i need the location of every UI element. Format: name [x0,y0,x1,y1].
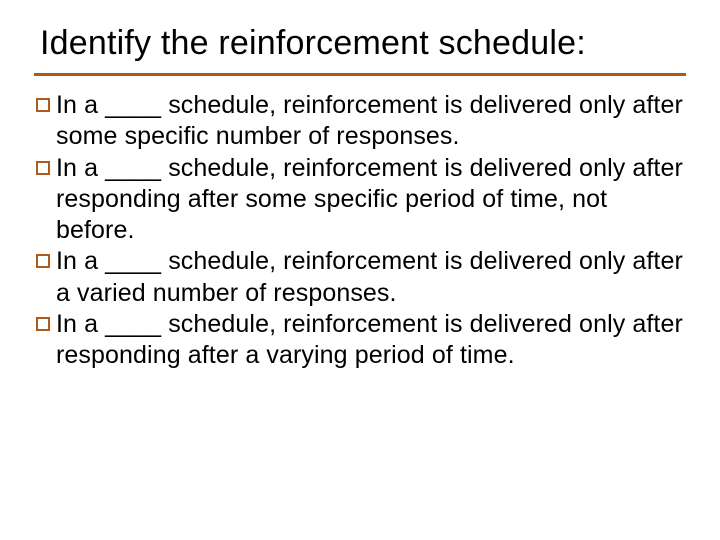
list-item: In a ____ schedule, reinforcement is del… [36,309,684,372]
slide-title: Identify the reinforcement schedule: [34,24,686,63]
title-underline [34,73,686,76]
list-item-text: In a ____ schedule, reinforcement is del… [56,90,684,153]
square-bullet-icon [36,254,50,268]
list-item: In a ____ schedule, reinforcement is del… [36,90,684,153]
square-bullet-icon [36,161,50,175]
square-bullet-icon [36,98,50,112]
list-item: In a ____ schedule, reinforcement is del… [36,246,684,309]
square-bullet-icon [36,317,50,331]
list-item: In a ____ schedule, reinforcement is del… [36,153,684,247]
list-item-text: In a ____ schedule, reinforcement is del… [56,309,684,372]
slide-body: In a ____ schedule, reinforcement is del… [34,90,686,371]
list-item-text: In a ____ schedule, reinforcement is del… [56,153,684,247]
list-item-text: In a ____ schedule, reinforcement is del… [56,246,684,309]
